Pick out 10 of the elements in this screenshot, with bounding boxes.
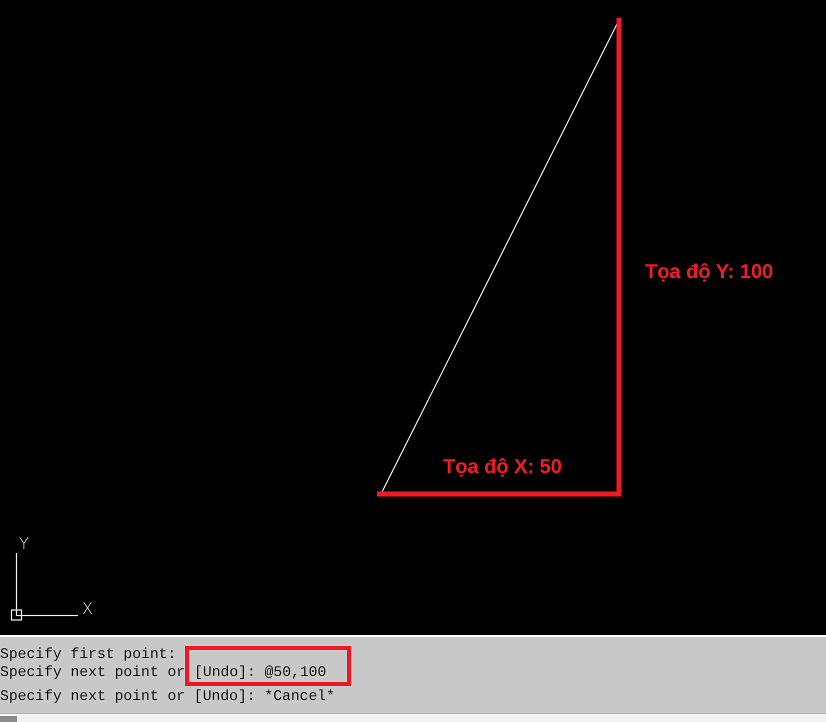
command-line-text: Specify next point or [Undo]: *Cancel* [0, 689, 335, 705]
command-line-text: Specify next point or [0, 665, 186, 681]
toolbar-icon[interactable] [0, 716, 17, 722]
x-axis-label: X [82, 599, 93, 618]
dimension-label: Tọa độ X: 50 [443, 455, 562, 479]
highlighted-text: [Undo]: @50,100 [185, 646, 352, 686]
command-line-text: Specify first point: [0, 647, 176, 663]
dimension-label: Tọa độ Y: 100 [645, 260, 774, 284]
ucs-icon [10, 553, 78, 621]
y-axis-label: Y [19, 534, 29, 553]
